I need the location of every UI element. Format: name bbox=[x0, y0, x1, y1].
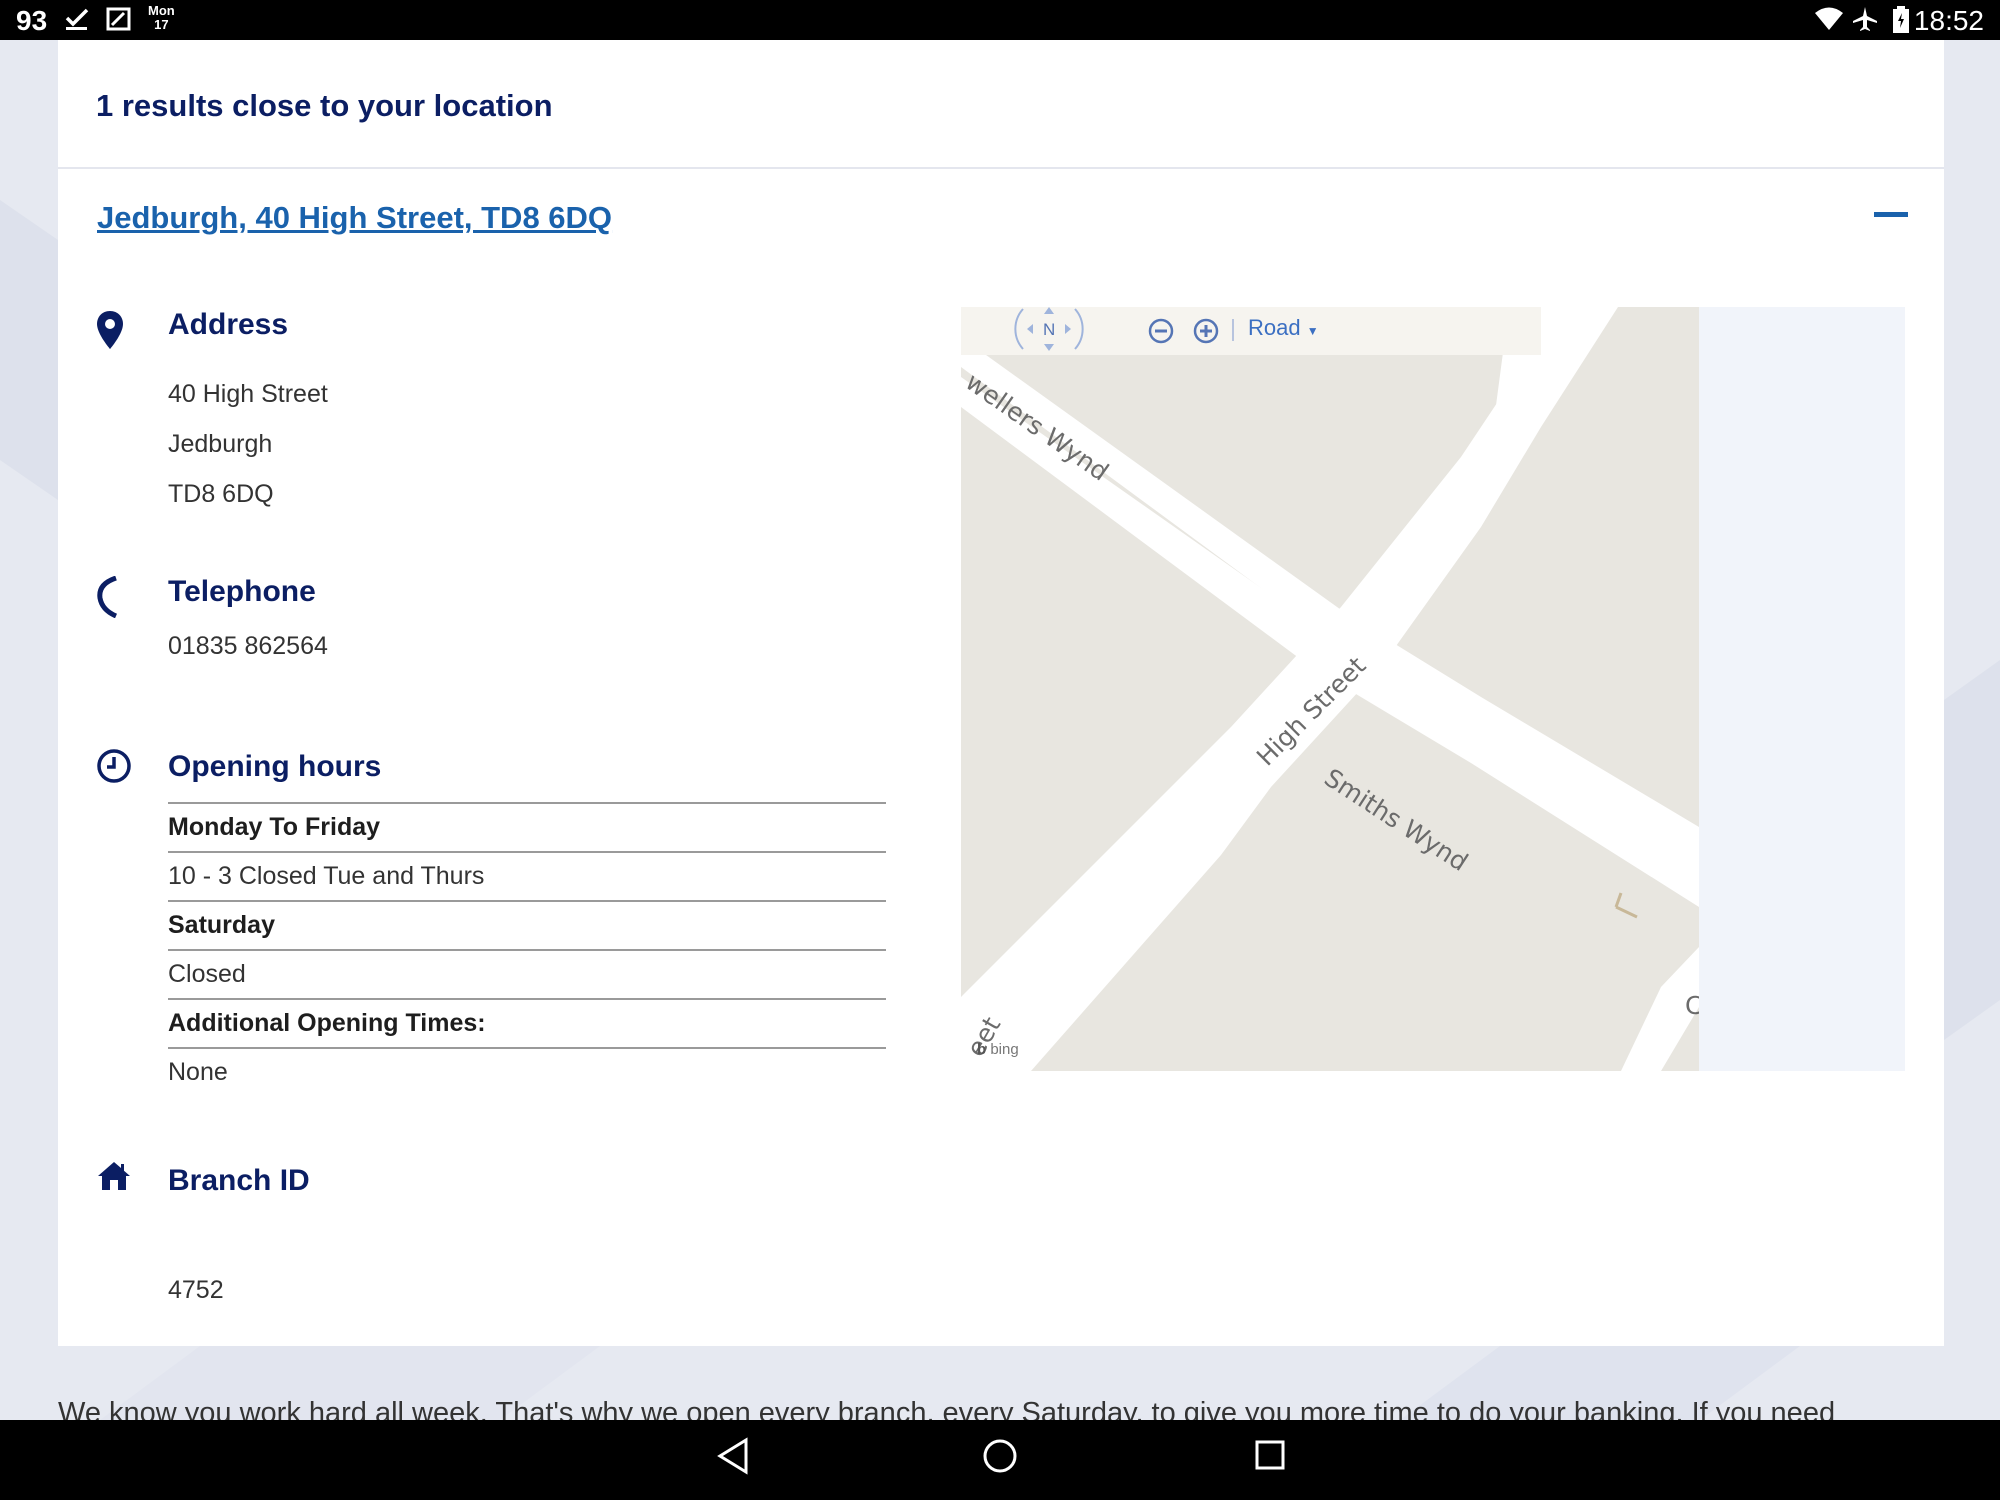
hours-row-label: Monday To Friday bbox=[168, 802, 886, 851]
map-icon bbox=[106, 7, 131, 31]
task-done-icon bbox=[65, 8, 89, 30]
battery-icon bbox=[1893, 6, 1909, 33]
location-pin-icon bbox=[97, 311, 123, 349]
results-card: 1 results close to your location Jedburg… bbox=[58, 40, 1944, 1346]
recent-apps-icon[interactable] bbox=[1253, 1436, 1287, 1476]
phone-icon bbox=[97, 576, 118, 618]
calendar-date: Mon 17 bbox=[148, 3, 175, 32]
zoom-in-icon[interactable] bbox=[1192, 317, 1220, 345]
map-view-mode-dropdown[interactable]: Road ▼ bbox=[1248, 315, 1319, 341]
map-view[interactable]: wellers Wynd High Street Smiths Wynd eet… bbox=[961, 307, 1699, 1071]
hours-row-value: 10 - 3 Closed Tue and Thurs bbox=[168, 851, 886, 900]
branch-id-title: Branch ID bbox=[168, 1164, 310, 1197]
opening-hours-table: Monday To Friday 10 - 3 Closed Tue and T… bbox=[168, 802, 886, 1096]
home-button-icon[interactable] bbox=[981, 1436, 1019, 1476]
address-title: Address bbox=[168, 308, 289, 341]
notification-count: 93 bbox=[16, 5, 48, 36]
bing-logo-icon: b bbox=[977, 1041, 987, 1058]
address-line-1: 40 High Street bbox=[168, 380, 328, 408]
status-bar: 93 Mon 17 18:52 bbox=[0, 0, 2000, 40]
branch-link[interactable]: Jedburgh, 40 High Street, TD8 6DQ bbox=[97, 200, 612, 236]
hours-row-label: Additional Opening Times: bbox=[168, 998, 886, 1047]
dropdown-arrow-icon: ▼ bbox=[1306, 324, 1319, 338]
back-icon[interactable] bbox=[716, 1436, 750, 1476]
address-line-3: TD8 6DQ bbox=[168, 480, 274, 508]
opening-hours-title: Opening hours bbox=[168, 750, 382, 783]
zoom-out-icon[interactable] bbox=[1147, 317, 1175, 345]
street-label: C bbox=[1685, 991, 1699, 1020]
address-line-2: Jedburgh bbox=[168, 430, 273, 458]
collapse-button[interactable] bbox=[1874, 202, 1910, 228]
hours-row-value: Closed bbox=[168, 949, 886, 998]
telephone-number[interactable]: 01835 862564 bbox=[168, 632, 328, 661]
results-title: 1 results close to your location bbox=[96, 88, 553, 123]
compass-label: N bbox=[1043, 320, 1056, 339]
wifi-icon bbox=[1815, 7, 1843, 30]
hours-row-label: Saturday bbox=[168, 900, 886, 949]
map-toolbar: N Road ▼ bbox=[961, 307, 1541, 355]
toolbar-divider bbox=[1232, 319, 1234, 341]
clock: 18:52 bbox=[1913, 5, 1984, 36]
home-icon bbox=[98, 1162, 130, 1190]
branch-id-value: 4752 bbox=[168, 1276, 224, 1304]
divider bbox=[58, 167, 1944, 169]
airplane-mode-icon bbox=[1853, 7, 1877, 31]
map-panel[interactable]: wellers Wynd High Street Smiths Wynd eet… bbox=[961, 307, 1905, 1071]
map-attribution: b bing bbox=[977, 1041, 1019, 1058]
navigation-bar bbox=[0, 1420, 2000, 1500]
clock-icon bbox=[97, 749, 131, 783]
telephone-title: Telephone bbox=[168, 575, 316, 608]
hours-row-value: None bbox=[168, 1047, 886, 1096]
minus-icon bbox=[1874, 212, 1908, 217]
